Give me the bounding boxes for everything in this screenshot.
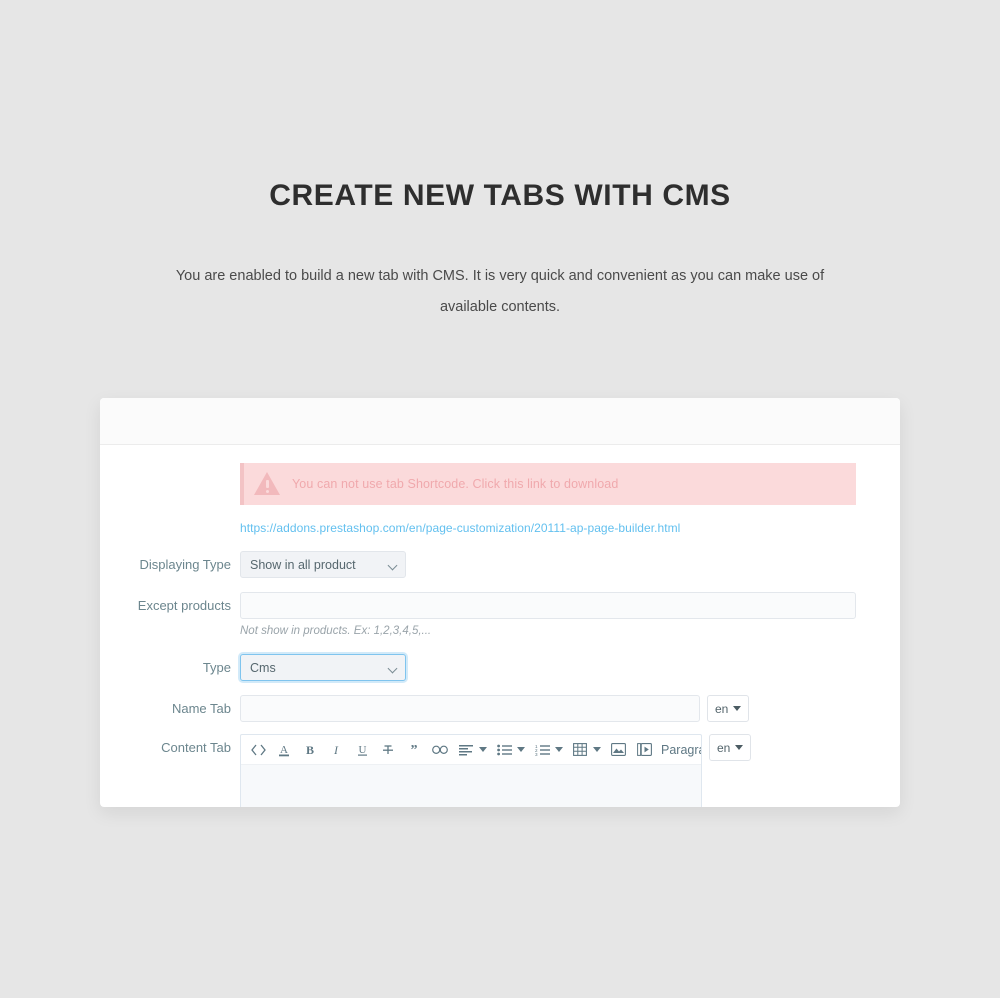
hero-section: CREATE NEW TABS WITH CMS You are enabled… (0, 0, 1000, 323)
warning-triangle-icon (254, 472, 280, 496)
svg-text:3: 3 (535, 752, 538, 756)
table-dropdown-caret-icon[interactable] (593, 747, 601, 752)
content-tab-label: Content Tab (161, 740, 231, 755)
svg-text:A: A (280, 744, 288, 756)
blockquote-icon[interactable]: ” (404, 738, 424, 762)
table-icon[interactable] (570, 738, 590, 762)
displaying-type-select[interactable]: Show in all product (240, 551, 406, 578)
image-icon[interactable] (608, 738, 628, 762)
unordered-list-icon[interactable] (494, 738, 514, 762)
svg-text:U: U (358, 744, 366, 756)
italic-icon[interactable]: I (326, 738, 346, 762)
shortcode-warning-alert: You can not use tab Shortcode. Click thi… (240, 463, 856, 505)
displaying-type-label: Displaying Type (139, 557, 231, 572)
name-tab-row: Name Tab en (100, 695, 900, 722)
card-body: You can not use tab Shortcode. Click thi… (100, 445, 900, 807)
page-title: CREATE NEW TABS WITH CMS (269, 179, 731, 212)
ordered-list-icon[interactable]: 123 (532, 738, 552, 762)
alert-message: You can not use tab Shortcode. Click thi… (292, 477, 619, 491)
card-header (100, 398, 900, 445)
except-products-input[interactable] (240, 592, 856, 619)
editor-toolbar: A B I U ” 1 2 3 Paragr (241, 735, 701, 765)
displaying-type-row: Displaying Type Show in all product (100, 551, 900, 578)
text-color-icon[interactable]: A (274, 738, 294, 762)
svg-text:I: I (333, 743, 339, 757)
align-left-icon[interactable] (456, 738, 476, 762)
name-tab-language-button[interactable]: en (707, 695, 750, 722)
strikethrough-icon[interactable] (378, 738, 398, 762)
type-label: Type (202, 660, 231, 675)
source-code-icon[interactable] (248, 738, 268, 762)
svg-text:B: B (306, 743, 314, 757)
settings-card: You can not use tab Shortcode. Click thi… (100, 398, 900, 807)
except-products-row: Except products (100, 592, 900, 619)
link-icon[interactable] (430, 738, 450, 762)
editor-content-area[interactable] (241, 765, 701, 807)
page-subtitle: You are enabled to build a new tab with … (175, 268, 825, 315)
paragraph-format-label[interactable]: Paragraph (661, 743, 701, 757)
bold-icon[interactable]: B (300, 738, 320, 762)
rich-text-editor: A B I U ” 1 2 3 Paragr (240, 734, 702, 807)
type-row: Type Cms (100, 654, 900, 681)
caret-down-icon (735, 745, 744, 750)
content-tab-row: Content Tab A B I U ” 1 2 3 Paragr en (100, 734, 900, 807)
svg-text:”: ” (411, 744, 418, 756)
ordered-list-dropdown-caret-icon[interactable] (555, 747, 563, 752)
page-builder-download-link[interactable]: https://addons.prestashop.com/en/page-cu… (240, 521, 680, 535)
except-products-label: Except products (137, 598, 231, 613)
content-tab-language-label: en (717, 740, 731, 755)
caret-down-icon (733, 706, 742, 711)
download-link-row: https://addons.prestashop.com/en/page-cu… (240, 519, 900, 537)
unordered-list-dropdown-caret-icon[interactable] (517, 747, 525, 752)
displaying-type-select-wrap: Show in all product (240, 551, 406, 578)
except-products-hint: Not show in products. Ex: 1,2,3,4,5,... (240, 625, 432, 637)
name-tab-input[interactable] (240, 695, 700, 722)
video-icon[interactable] (634, 738, 654, 762)
underline-icon[interactable]: U (352, 738, 372, 762)
content-tab-language-button[interactable]: en (709, 734, 752, 761)
name-tab-label: Name Tab (171, 701, 231, 716)
type-select-wrap: Cms (240, 654, 406, 681)
name-tab-language-label: en (715, 701, 729, 716)
align-dropdown-caret-icon[interactable] (479, 747, 487, 752)
type-select[interactable]: Cms (240, 654, 406, 681)
